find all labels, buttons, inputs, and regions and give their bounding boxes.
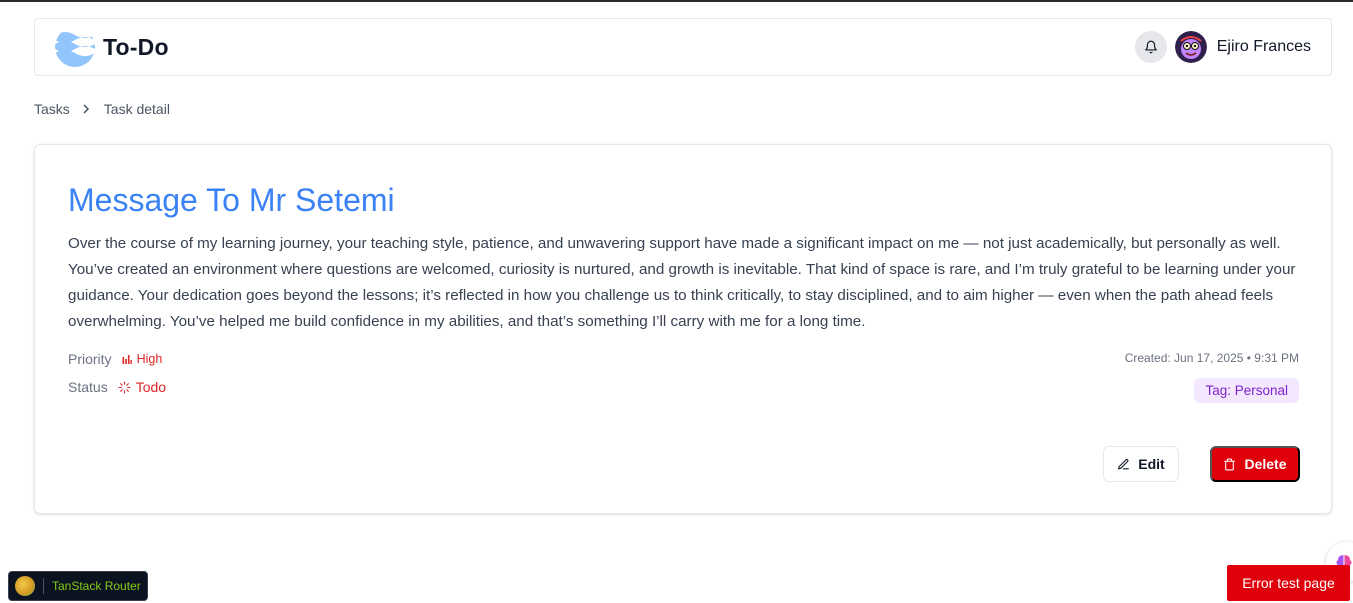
bar-chart-icon xyxy=(122,355,132,364)
tanstack-logo-icon xyxy=(15,576,35,596)
chevron-right-icon xyxy=(82,104,92,114)
priority-row: Priority High xyxy=(68,351,162,367)
edit-button[interactable]: Edit xyxy=(1103,446,1179,482)
wave-logo-icon xyxy=(55,27,95,67)
avatar-image xyxy=(1174,31,1207,63)
priority-text: High xyxy=(136,352,163,366)
user-area: Ejiro Frances xyxy=(1134,31,1311,63)
bell-icon xyxy=(1144,40,1157,54)
created-timestamp: Created: Jun 17, 2025 • 9:31 PM xyxy=(1124,351,1299,365)
notifications-button[interactable] xyxy=(1134,31,1167,63)
breadcrumb-tasks[interactable]: Tasks xyxy=(34,101,70,117)
status-label: Status xyxy=(68,379,108,395)
task-title: Message To Mr Setemi xyxy=(68,182,395,218)
priority-label: Priority xyxy=(68,351,112,367)
task-description: Over the course of my learning journey, … xyxy=(68,235,1296,330)
status-text: Todo xyxy=(135,379,167,395)
task-card: Message To Mr Setemi Over the course of … xyxy=(34,144,1332,514)
loader-icon xyxy=(118,381,131,393)
devtools-label: TanStack Router xyxy=(52,579,141,593)
brand[interactable]: To-Do xyxy=(55,27,169,67)
breadcrumb-task-detail: Task detail xyxy=(103,101,170,117)
delete-label: Delete xyxy=(1244,456,1287,472)
app-header: To-Do Ejiro Frances xyxy=(34,18,1332,76)
status-value: Todo xyxy=(118,379,166,395)
tag-badge: Tag: Personal xyxy=(1194,378,1299,403)
status-row: Status Todo xyxy=(68,379,166,395)
pencil-icon xyxy=(1118,458,1130,469)
router-devtools-toggle[interactable]: TanStack Router xyxy=(8,571,148,601)
delete-button[interactable]: Delete xyxy=(1210,446,1300,482)
user-name[interactable]: Ejiro Frances xyxy=(1217,38,1311,56)
edit-label: Edit xyxy=(1138,456,1165,472)
avatar[interactable] xyxy=(1174,31,1207,63)
trash-icon xyxy=(1224,458,1236,470)
app-name: To-Do xyxy=(103,33,169,60)
breadcrumb: Tasks Task detail xyxy=(34,101,170,117)
priority-value: High xyxy=(122,352,163,366)
devtools-divider xyxy=(43,578,44,594)
error-test-page-button[interactable]: Error test page xyxy=(1227,565,1350,601)
